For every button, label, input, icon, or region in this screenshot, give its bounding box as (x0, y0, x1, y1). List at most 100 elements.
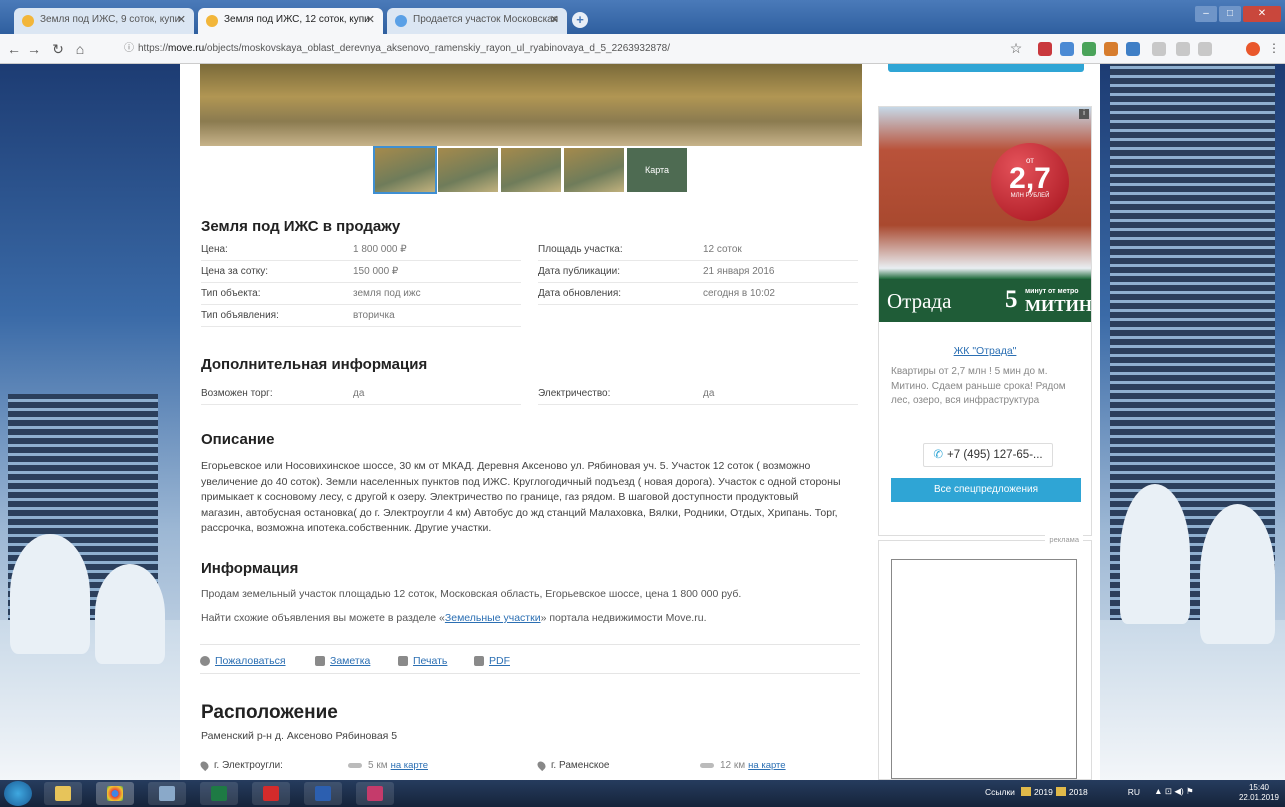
info-icon: ⓘ (124, 43, 134, 54)
close-window-button[interactable]: ✕ (1243, 6, 1281, 22)
param-row: Возможен торг: да (201, 383, 521, 405)
extension-icon[interactable] (1082, 42, 1096, 56)
background-tree (1120, 484, 1190, 624)
extension-icon[interactable] (1104, 42, 1118, 56)
background-tree (10, 534, 90, 654)
extension-icon[interactable] (1198, 42, 1212, 56)
ad-slot: реклама (878, 535, 1092, 780)
reload-icon[interactable]: ↻ (50, 41, 66, 58)
extension-icon[interactable] (1176, 42, 1190, 56)
sidebar-top-button[interactable] (888, 64, 1084, 72)
url-input[interactable]: ⓘ https://move.ru/objects/moskovskaya_obl… (110, 39, 960, 59)
toolbar-folder-2018[interactable]: 2018 (1069, 787, 1088, 797)
warning-icon (200, 656, 210, 666)
browser-tab-active[interactable]: Земля под ИЖС, 12 соток, купи ✕ (198, 8, 383, 34)
back-icon[interactable]: ← (6, 41, 22, 57)
advert-banner: Отрада 5 минут от метро МИТИНО (879, 279, 1091, 322)
information-text: Продам земельный участок площадью 12 сот… (201, 588, 742, 600)
param-row: Тип объекта: земля под ижс (201, 283, 521, 305)
print-button[interactable]: Печать (398, 655, 447, 667)
close-tab-icon[interactable]: ✕ (550, 13, 559, 26)
location-pin-icon (535, 759, 548, 772)
ad-label: реклама (1045, 535, 1083, 544)
note-button[interactable]: Заметка (315, 655, 370, 667)
listing-photo[interactable] (200, 64, 862, 146)
background-left (0, 64, 180, 780)
pdf-button[interactable]: PDF (474, 655, 510, 667)
browser-tab[interactable]: Продается участок Московская ✕ (387, 8, 567, 34)
location-pin-icon (198, 759, 211, 772)
price-ornament: от 2,7 МЛН РУБЛЕЙ (991, 143, 1069, 221)
page-viewport: Карта Земля под ИЖС в продажу Цена: 1 80… (0, 64, 1285, 780)
maximize-button[interactable]: □ (1219, 6, 1241, 22)
minimize-button[interactable]: – (1195, 6, 1217, 22)
app-icon (263, 786, 279, 801)
taskbar-toolbar: Ссылки 2019 2018 RU ▲ ⊡ ◀) ⚑ (985, 786, 1194, 797)
thumbnail[interactable] (501, 148, 561, 192)
window-controls: – □ ✕ (1193, 6, 1281, 24)
word-icon (315, 786, 331, 801)
close-tab-icon[interactable]: ✕ (366, 13, 375, 26)
pdf-icon (474, 656, 484, 666)
taskbar-explorer[interactable] (44, 782, 82, 805)
taskbar-app[interactable] (252, 782, 290, 805)
param-row: Дата публикации: 21 января 2016 (538, 261, 858, 283)
phone-button[interactable]: ✆ +7 (495) 127-65-... (923, 443, 1053, 467)
car-icon (348, 763, 362, 768)
taskbar-app[interactable] (356, 782, 394, 805)
background-snow (1100, 620, 1285, 780)
folder-icon (1020, 787, 1031, 796)
ad-info-icon[interactable]: i (1079, 109, 1089, 119)
extension-icon[interactable] (1152, 42, 1166, 56)
all-offers-button[interactable]: Все спецпредложения (891, 478, 1081, 502)
thumbnail[interactable] (373, 146, 437, 194)
close-tab-icon[interactable]: ✕ (177, 13, 186, 26)
extension-icon[interactable] (1060, 42, 1074, 56)
advert-link[interactable]: ЖК "Отрада" (954, 345, 1017, 357)
sidebar: от 2,7 МЛН РУБЛЕЙ Отрада 5 минут от метр… (870, 64, 1100, 780)
home-icon[interactable]: ⌂ (72, 41, 88, 57)
printer-icon (398, 656, 408, 666)
browser-tab-bar: Земля под ИЖС, 9 соток, купи ✕ Земля под… (0, 0, 1285, 34)
tray-icons[interactable]: ▲ ⊡ ◀) ⚑ (1154, 786, 1194, 797)
land-plots-link[interactable]: Земельные участки (445, 612, 541, 624)
advert-text: Квартиры от 2,7 млн ! 5 мин до м. Митино… (891, 366, 1066, 406)
extension-icon[interactable] (1038, 42, 1052, 56)
language-indicator[interactable]: RU (1128, 787, 1140, 797)
thumbnail[interactable] (438, 148, 498, 192)
phone-icon: ✆ (933, 449, 944, 461)
information-title: Информация (201, 560, 299, 577)
ad-placeholder (891, 559, 1077, 779)
bookmark-star-icon[interactable]: ☆ (1008, 40, 1024, 57)
start-button[interactable] (4, 781, 32, 806)
extra-info-title: Дополнительная информация (201, 356, 428, 373)
similar-listings-text: Найти схожие объявления вы можете в разд… (201, 612, 707, 624)
favicon-icon (22, 15, 34, 27)
taskbar-word[interactable] (304, 782, 342, 805)
browser-tab[interactable]: Земля под ИЖС, 9 соток, купи ✕ (14, 8, 194, 34)
thumbnail[interactable] (564, 148, 624, 192)
complain-button[interactable]: Пожаловаться (200, 655, 286, 667)
new-tab-button[interactable]: + (572, 12, 588, 28)
toolbar-folder-2019[interactable]: 2019 (1034, 787, 1053, 797)
window-icon (159, 786, 175, 801)
taskbar-app[interactable] (148, 782, 186, 805)
param-row: Цена за сотку: 150 000 ₽ (201, 261, 521, 283)
map-thumbnail[interactable]: Карта (627, 148, 687, 192)
station-distance: 12 км на карте (700, 760, 786, 771)
menu-dots-icon[interactable]: ⋮ (1266, 41, 1282, 55)
profile-avatar[interactable] (1246, 42, 1260, 56)
listing-main: Карта Земля под ИЖС в продажу Цена: 1 80… (180, 64, 870, 780)
taskbar-chrome[interactable] (96, 782, 134, 805)
show-on-map-link[interactable]: на карте (748, 760, 785, 771)
system-clock[interactable]: 15:40 22.01.2019 (1239, 783, 1279, 803)
show-on-map-link[interactable]: на карте (391, 760, 428, 771)
folder-icon (55, 786, 71, 801)
advert-image[interactable]: от 2,7 МЛН РУБЛЕЙ Отрада 5 минут от метр… (879, 107, 1091, 322)
listing-title: Земля под ИЖС в продажу (201, 218, 401, 235)
app-icon (367, 786, 383, 801)
taskbar-excel[interactable] (200, 782, 238, 805)
extension-icon[interactable] (1126, 42, 1140, 56)
forward-icon[interactable]: → (26, 41, 42, 57)
favicon-icon (395, 15, 407, 27)
